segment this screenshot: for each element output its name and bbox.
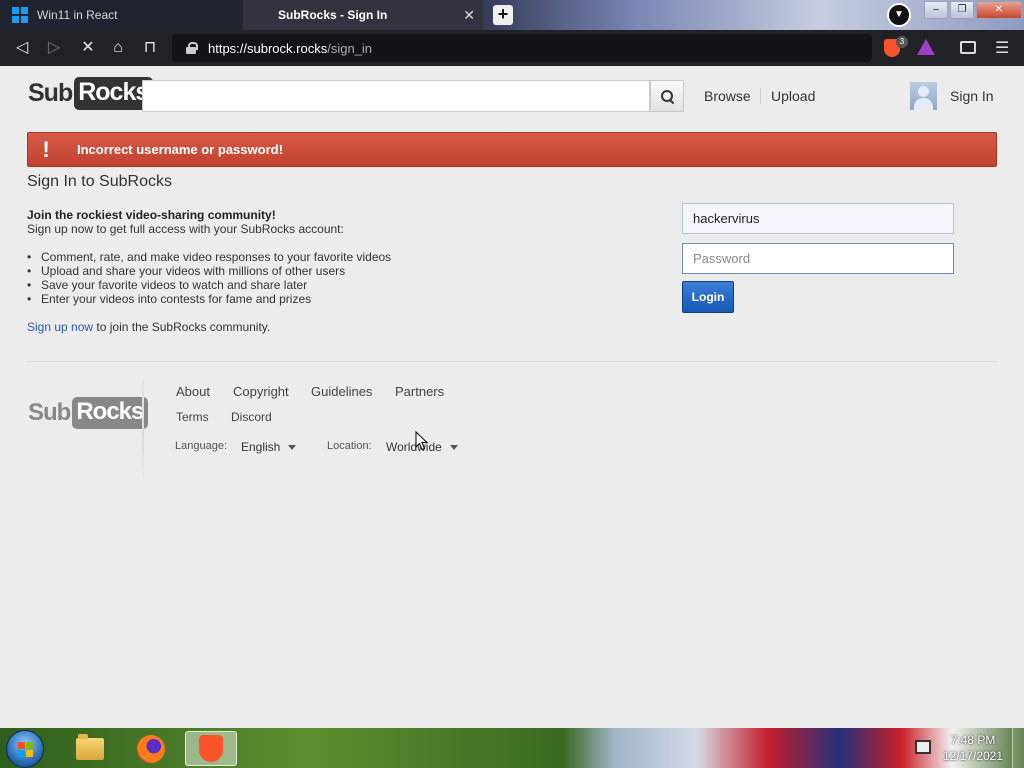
url-path: /sign_in [327, 40, 373, 56]
maximize-button[interactable]: ❐ [950, 1, 974, 19]
browser-toolbar: ◁ ▷ ✕ ⌂ ⊓ https://subrock.rocks/sign_in … [0, 30, 1024, 66]
stop-loading-icon[interactable]: ✕ [78, 38, 98, 58]
tab-subrocks-sign-in[interactable]: SubRocks - Sign In ✕ [243, 0, 483, 30]
address-bar[interactable]: https://subrock.rocks/sign_in [172, 34, 872, 62]
signup-rest: to join the SubRocks community. [93, 320, 271, 334]
tab-win11-in-react[interactable]: Win11 in React [0, 0, 242, 30]
page-content: Sub Rocks Browse Upload Sign In ! Incorre… [0, 66, 1024, 728]
feature-list: Comment, rate, and make video responses … [27, 250, 391, 306]
search-icon [660, 89, 674, 103]
close-window-button[interactable]: ✕ [976, 1, 1022, 19]
language-value: English [241, 440, 281, 454]
hamburger-menu-icon[interactable]: ☰ [995, 38, 1009, 58]
browse-link[interactable]: Browse [704, 88, 751, 104]
firefox-icon [137, 734, 165, 763]
upload-link[interactable]: Upload [771, 88, 815, 104]
search-button[interactable] [650, 80, 684, 112]
pitch-heading: Join the rockiest video-sharing communit… [27, 208, 276, 222]
page-title: Sign In to SubRocks [27, 173, 172, 190]
pitch-text: Sign up now to get full access with your… [27, 222, 344, 236]
footer-link-guidelines[interactable]: Guidelines [311, 384, 372, 399]
signup-pitch: Join the rockiest video-sharing communit… [27, 208, 344, 236]
error-alert: ! Incorrect username or password! [27, 132, 997, 167]
network-icon[interactable] [915, 740, 931, 754]
footer-link-about[interactable]: About [176, 384, 210, 399]
error-message: Incorrect username or password! [77, 142, 283, 157]
minimize-button[interactable]: – [924, 1, 948, 19]
home-icon[interactable]: ⌂ [108, 38, 128, 58]
caret-down-icon [288, 445, 297, 451]
nav-divider [760, 88, 761, 104]
brave-icon [199, 735, 223, 762]
language-select[interactable]: English [241, 440, 297, 454]
clock-time: 7:48 PM [950, 733, 996, 747]
download-icon[interactable]: ▼ [887, 3, 911, 27]
taskbar-firefox[interactable] [125, 731, 177, 766]
search-input[interactable] [142, 80, 650, 112]
taskbar-brave[interactable] [185, 731, 237, 766]
favicon-icon [253, 7, 269, 23]
tab-title: SubRocks - Sign In [278, 8, 388, 22]
bookmark-icon[interactable]: ⊓ [140, 38, 160, 58]
login-button[interactable]: Login [682, 281, 734, 313]
sign-up-link[interactable]: Sign up now [27, 320, 93, 334]
list-item: Enter your videos into contests for fame… [27, 292, 391, 306]
taskbar-file-explorer[interactable] [64, 731, 116, 766]
section-divider [27, 361, 997, 362]
signup-line: Sign up now to join the SubRocks communi… [27, 320, 270, 334]
sign-in-link[interactable]: Sign In [950, 88, 994, 104]
language-label: Language: [175, 440, 227, 452]
avatar [910, 82, 937, 110]
list-item: Save your favorite videos to watch and s… [27, 278, 391, 292]
start-button[interactable] [6, 730, 44, 768]
lock-icon [186, 42, 198, 54]
location-value: Worldwide [386, 440, 442, 454]
new-tab-button[interactable]: + [493, 5, 513, 25]
username-field[interactable]: hackervirus [682, 203, 954, 234]
folder-icon [76, 733, 104, 760]
wallet-icon[interactable] [960, 41, 976, 54]
site-logo[interactable]: Sub Rocks [28, 77, 154, 110]
shields-count-badge: 3 [896, 36, 908, 48]
windows-logo-icon [12, 7, 28, 23]
logo-sub: Sub [28, 79, 73, 107]
clock-date: 12/17/2021 [942, 749, 1004, 763]
brave-rewards-icon[interactable] [917, 39, 935, 55]
footer-link-partners[interactable]: Partners [395, 384, 444, 399]
tab-title: Win11 in React [37, 8, 118, 22]
windows-taskbar: 7:48 PM 12/17/2021 [0, 728, 1024, 768]
footer-link-terms[interactable]: Terms [176, 410, 209, 424]
mouse-cursor-icon [415, 431, 429, 451]
windows-logo-icon [18, 742, 33, 757]
location-label: Location: [327, 440, 372, 452]
caret-down-icon [449, 445, 458, 451]
show-desktop-button[interactable] [1012, 728, 1024, 768]
browser-tab-bar: Win11 in React SubRocks - Sign In ✕ + ▼ … [0, 0, 1024, 30]
list-item: Comment, rate, and make video responses … [27, 250, 391, 264]
exclamation-icon: ! [42, 136, 50, 162]
logo-rocks: Rocks [72, 397, 149, 429]
footer-link-copyright[interactable]: Copyright [233, 384, 289, 399]
taskbar-clock[interactable]: 7:48 PM 12/17/2021 [940, 732, 1006, 764]
footer-divider [142, 380, 144, 485]
close-tab-icon[interactable]: ✕ [463, 7, 475, 24]
list-item: Upload and share your videos with millio… [27, 264, 391, 278]
footer-logo[interactable]: Sub Rocks [28, 397, 149, 429]
forward-icon[interactable]: ▷ [44, 38, 64, 58]
back-icon[interactable]: ◁ [12, 38, 32, 58]
password-field[interactable]: Password [682, 243, 954, 274]
url-host: https://subrock.rocks [208, 40, 328, 56]
footer-link-discord[interactable]: Discord [231, 410, 272, 424]
logo-sub: Sub [28, 399, 71, 426]
